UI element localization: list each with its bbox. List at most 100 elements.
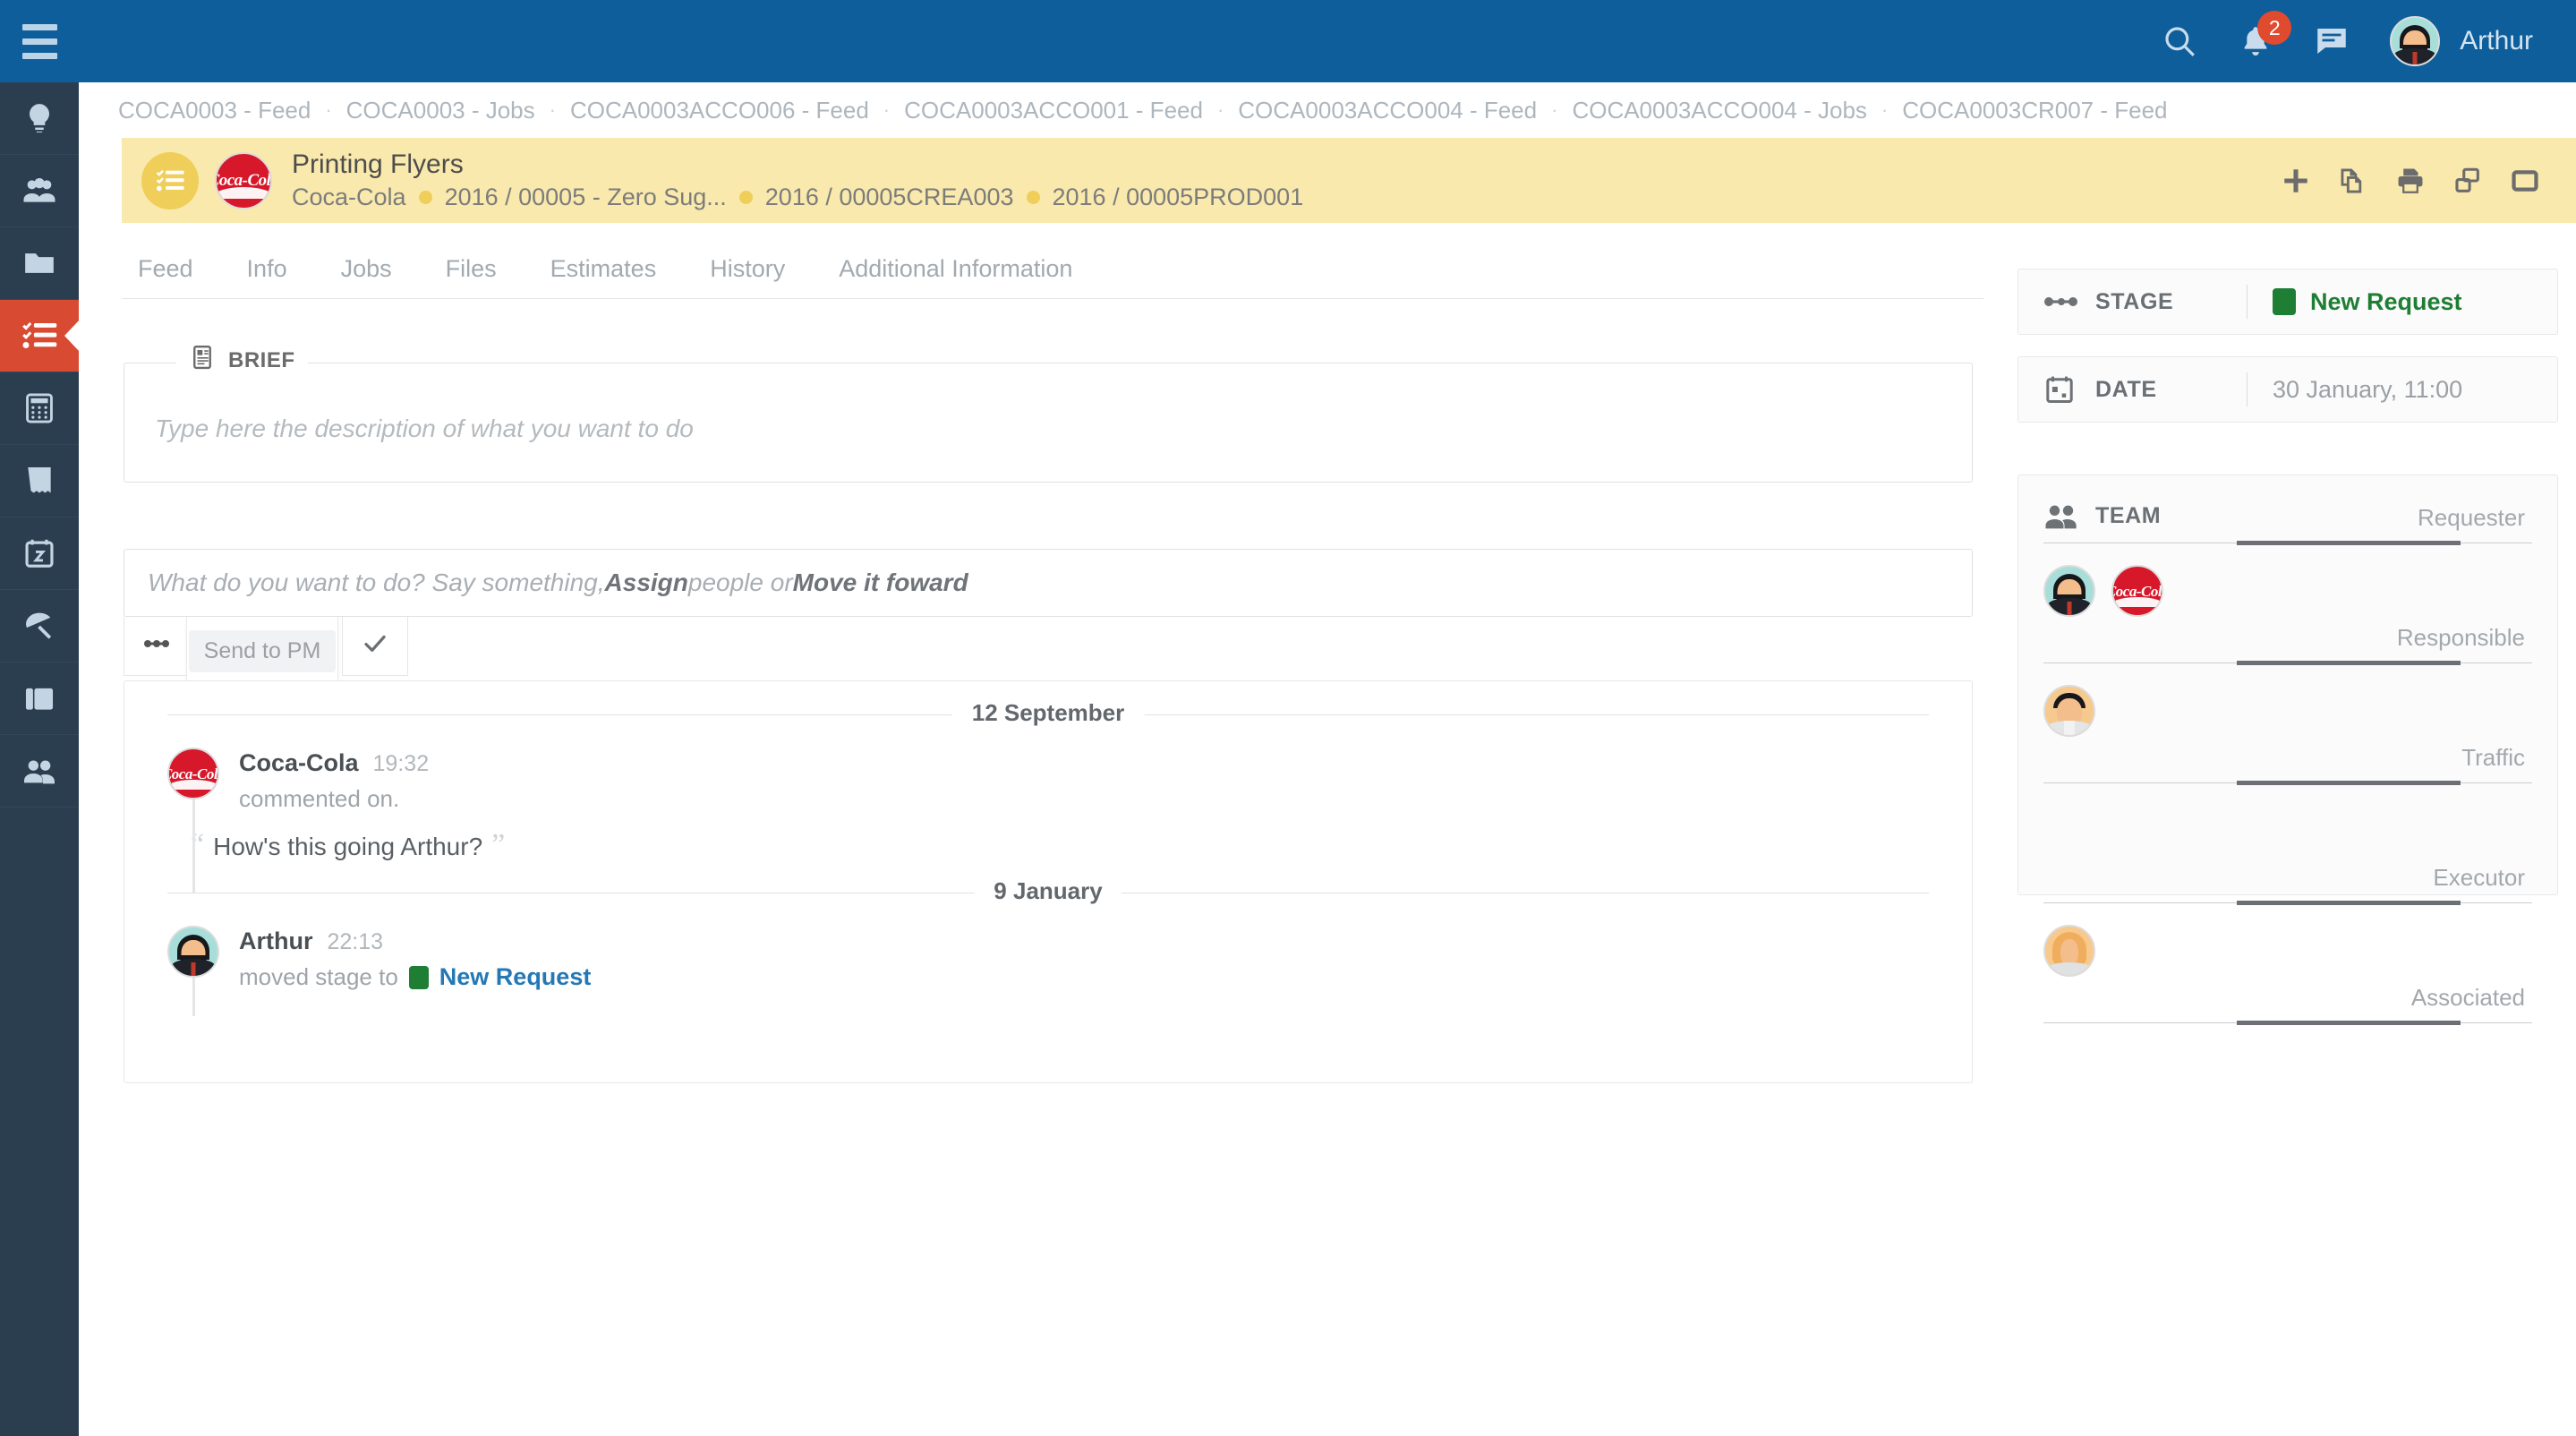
stage-value[interactable]: New Request — [2273, 288, 2532, 316]
coca-cola-wordmark: Coca-Cola — [167, 766, 219, 782]
stage-value-text: New Request — [2310, 288, 2462, 316]
breadcrumb-tab[interactable]: COCA0003ACCO004 - Feed — [1224, 97, 1551, 124]
folder-icon — [21, 245, 57, 281]
stage-label: STAGE — [2095, 289, 2173, 315]
section-rule — [2043, 782, 2532, 783]
tab-estimates[interactable]: Estimates — [524, 255, 684, 283]
breadcrumb: COCA0003 - Feed · COCA0003 - Jobs · COCA… — [79, 82, 2576, 138]
stage-panel[interactable]: STAGE New Request — [2017, 269, 2558, 335]
user-avatar-blonde[interactable] — [2043, 925, 2095, 977]
team-section-requester: Coca-Cola — [2018, 543, 2557, 620]
user-menu[interactable]: Arthur — [2390, 16, 2533, 66]
sidebar-item-clients[interactable] — [0, 155, 79, 227]
printer-icon[interactable] — [2395, 166, 2426, 196]
feed-author[interactable]: Arthur — [239, 927, 313, 955]
day-label: 12 September — [952, 699, 1145, 727]
sidebar-item-invoices[interactable] — [0, 445, 79, 517]
team-section-associated: Associated — [2018, 984, 2557, 1100]
coca-cola-logo[interactable]: Coca-Cola — [2111, 565, 2163, 617]
feed-quote: “ How's this going Arthur? ” — [191, 833, 1929, 861]
activity-feed: 12 September Coca-Cola Coca-Cola 19:32 c… — [124, 680, 1973, 1083]
divider — [2247, 285, 2248, 319]
send-to-pm-button[interactable]: Send to PM — [189, 630, 337, 672]
chat-icon[interactable] — [2313, 22, 2350, 60]
tab-history[interactable]: History — [683, 255, 812, 283]
feed-quote-text: How's this going Arthur? — [213, 833, 482, 861]
breadcrumb-tab[interactable]: COCA0003ACCO006 - Feed — [556, 97, 883, 124]
breadcrumb-tab[interactable]: COCA0003CR007 - Feed — [1888, 97, 2181, 124]
user-avatar-dark[interactable] — [2043, 565, 2095, 617]
breadcrumb-tab[interactable]: COCA0003ACCO001 - Feed — [890, 97, 1217, 124]
send-to-pm-dropdown: Send to PM — [186, 617, 338, 687]
tab-additional-information[interactable]: Additional Information — [812, 255, 1099, 283]
team-section-traffic: Traffic — [2018, 744, 2557, 860]
breadcrumb-tab[interactable]: COCA0003 - Jobs — [332, 97, 550, 124]
team-section-label: Executor — [2043, 864, 2532, 892]
team-section-label: Responsible — [2043, 624, 2532, 652]
breadcrumb-separator: · — [883, 98, 890, 122]
breadcrumb-tab[interactable]: COCA0003 - Feed — [104, 97, 325, 124]
section-rule — [2043, 662, 2532, 663]
sidebar-item-ideas[interactable] — [0, 82, 79, 155]
date-label: DATE — [2095, 377, 2157, 403]
separator-dot-icon — [1027, 191, 1040, 204]
team-avatars — [2043, 663, 2532, 740]
user-avatar-arthur — [167, 926, 219, 978]
checklist-icon — [21, 317, 58, 355]
move-forward-link[interactable]: Move it foward — [793, 568, 968, 597]
date-value[interactable]: 30 January, 11:00 — [2273, 376, 2532, 404]
tab-jobs[interactable]: Jobs — [314, 255, 419, 283]
subtitle-part[interactable]: 2016 / 00005 - Zero Sug... — [445, 184, 727, 211]
people-group-icon — [2043, 503, 2085, 530]
sidebar-item-calendar[interactable] — [0, 517, 79, 590]
quote-close-icon: ” — [491, 833, 505, 857]
sidebar-item-budgets[interactable] — [0, 372, 79, 445]
subtitle-part[interactable]: Coca-Cola — [292, 184, 406, 211]
hamburger-icon[interactable] — [0, 0, 79, 82]
comment-input[interactable]: What do you want to do? Say something, A… — [124, 549, 1973, 617]
sidebar-item-jobs[interactable] — [0, 300, 79, 372]
coca-cola-logo: Coca-Cola — [167, 748, 219, 799]
more-options-button[interactable] — [124, 617, 190, 676]
day-separator: 12 September — [167, 699, 1929, 731]
brief-input[interactable]: Type here the description of what you wa… — [155, 415, 694, 443]
team-panel: TEAM Requester Coca-Cola Responsible — [2017, 474, 2558, 895]
record-tabs: Feed Info Jobs Files Estimates History A… — [122, 240, 1983, 299]
maximize-icon[interactable] — [2510, 166, 2540, 196]
people-group-icon — [21, 173, 57, 209]
feed-entry-body: Coca-Cola 19:32 commented on. — [239, 748, 429, 813]
subtitle-part[interactable]: 2016 / 00005CREA003 — [765, 184, 1014, 211]
record-actions — [2281, 166, 2540, 196]
copy-icon[interactable] — [2338, 166, 2368, 196]
sidebar-item-projects[interactable] — [0, 227, 79, 300]
brief-section: BRIEF Type here the description of what … — [124, 363, 1973, 483]
search-icon[interactable] — [2161, 22, 2198, 60]
feed-author[interactable]: Coca-Cola — [239, 749, 359, 777]
dots-progress-icon — [2043, 294, 2085, 310]
assign-link[interactable]: Assign — [605, 568, 688, 597]
subtitle-part[interactable]: 2016 / 00005PROD001 — [1053, 184, 1304, 211]
feed-entry-body: Arthur 22:13 moved stage to New Request — [239, 926, 591, 991]
date-panel[interactable]: DATE 30 January, 11:00 — [2017, 356, 2558, 423]
team-section-label: Requester — [2418, 504, 2532, 532]
plus-icon[interactable] — [2281, 166, 2311, 196]
page-title: Printing Flyers — [292, 150, 1303, 180]
users-icon — [21, 753, 57, 789]
confirm-button[interactable] — [342, 617, 408, 676]
tab-feed[interactable]: Feed — [122, 255, 220, 283]
team-section-responsible: Responsible — [2018, 624, 2557, 740]
sidebar-item-media[interactable] — [0, 590, 79, 662]
tab-files[interactable]: Files — [419, 255, 524, 283]
stage-link[interactable]: New Request — [439, 963, 592, 991]
user-avatar-tan[interactable] — [2043, 685, 2095, 737]
team-avatars: Coca-Cola — [2043, 543, 2532, 620]
breadcrumb-tab[interactable]: COCA0003ACCO004 - Jobs — [1557, 97, 1881, 124]
composer-placeholder-c: people or — [688, 568, 793, 597]
tab-info[interactable]: Info — [220, 255, 314, 283]
feed-entry: Coca-Cola Coca-Cola 19:32 commented on. … — [124, 731, 1972, 870]
bell-icon[interactable]: 2 — [2238, 23, 2273, 59]
sidebar-item-library[interactable] — [0, 662, 79, 735]
top-bar: 2 Arthur — [0, 0, 2576, 82]
sidebar-item-users[interactable] — [0, 735, 79, 808]
windows-icon[interactable] — [2452, 166, 2483, 196]
